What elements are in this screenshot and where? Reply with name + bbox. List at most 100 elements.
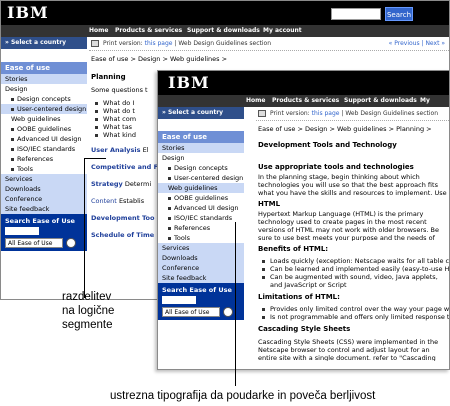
bullet-icon [168, 176, 171, 180]
topic-link[interactable]: User Analysis [91, 146, 141, 154]
breadcrumb: Ease of use > Design > Web guidelines > [91, 55, 228, 63]
scope-select[interactable]: All Ease of Use [162, 307, 220, 317]
nav-products[interactable]: Products & services [272, 95, 339, 107]
bullet-icon [11, 147, 14, 151]
sidebar-item-references[interactable]: References [158, 223, 244, 233]
typography-annotation-line [235, 222, 236, 386]
search-area-label: Search Ease of Use [162, 286, 232, 294]
sidebar-item-site-feedback[interactable]: Site feedback [158, 273, 244, 283]
sidebar: » Select a country Ease of use Stories D… [1, 37, 87, 299]
sidebar-item-stories[interactable]: Stories [158, 143, 244, 153]
sidebar-item-tools[interactable]: Tools [1, 164, 87, 174]
section-heading: Benefits of HTML: [258, 245, 329, 253]
sidebar-header[interactable]: Ease of use [1, 62, 87, 74]
sidebar-item-web-guidelines[interactable]: Web guidelines [158, 183, 244, 193]
list-item: Can be augmented with sound, video, Java… [256, 273, 449, 289]
nav-support[interactable]: Support & downloads [344, 95, 417, 107]
sidebar-item-advanced-ui[interactable]: Advanced UI design [1, 134, 87, 144]
sidebar-item-iso[interactable]: ISO/IEC standards [158, 213, 244, 223]
sidebar-item-iso[interactable]: ISO/IEC standards [1, 144, 87, 154]
sidebar-item-oobe[interactable]: OOBE guidelines [1, 124, 87, 134]
list-item: Is not programmable and offers only limi… [256, 313, 449, 321]
paragraph: Cascading Style Sheets (CSS) were implem… [258, 338, 439, 361]
bullet-icon [168, 206, 171, 210]
topic-link[interactable]: Strategy [91, 180, 123, 188]
search-input[interactable] [331, 8, 381, 20]
annotation-segments: razdelitev na logične segmente [62, 291, 115, 331]
select-country-link[interactable]: » Select a country [1, 37, 87, 49]
go-icon[interactable] [223, 307, 233, 317]
print-this-page-link[interactable]: this page [312, 110, 340, 117]
bullet-icon [168, 226, 171, 230]
sidebar-item-advanced-ui[interactable]: Advanced UI design [158, 203, 244, 213]
sidebar-item-ucd[interactable]: User-centered design [1, 104, 87, 114]
bullet-icon [11, 137, 14, 141]
nav-support[interactable]: Support & downloads [187, 25, 260, 37]
sidebar: » Select a country Ease of use Stories D… [158, 107, 244, 369]
sidebar-item-design[interactable]: Design [1, 84, 87, 94]
sidebar-item-references[interactable]: References [1, 154, 87, 164]
sidebar-item-conference[interactable]: Conference [158, 263, 244, 273]
search-area-input[interactable] [5, 227, 39, 235]
sidebar-item-downloads[interactable]: Downloads [1, 184, 87, 194]
search-button[interactable]: Search [385, 7, 413, 21]
page-title: Development Tools and Technology [258, 141, 397, 149]
topic-link[interactable]: Content [91, 197, 117, 205]
bullet-icon [168, 236, 171, 240]
top-bar: IBM Search [1, 1, 449, 25]
print-this-page-link[interactable]: this page [145, 40, 173, 47]
sidebar-item-downloads[interactable]: Downloads [158, 253, 244, 263]
main-content: Print version: this page | Web Design Gu… [256, 107, 449, 369]
sidebar-item-design[interactable]: Design [158, 153, 244, 163]
sidebar-item-stories[interactable]: Stories [1, 74, 87, 84]
ibm-logo[interactable]: IBM [168, 74, 210, 92]
topic-link[interactable]: Schedule of Time [91, 231, 154, 239]
list-item: Provides only limited control over the w… [256, 305, 449, 313]
search-area-label: Search Ease of Use [5, 217, 75, 225]
nav-bar: Home Products & services Support & downl… [158, 95, 449, 116]
nav-account[interactable]: My account [263, 25, 302, 37]
nav-home[interactable]: Home [89, 25, 108, 37]
bullet-icon [168, 166, 171, 170]
sidebar-item-ucd[interactable]: User-centered design [158, 173, 244, 183]
topic-link[interactable]: Competitive and F [91, 163, 158, 171]
sidebar-item-conference[interactable]: Conference [1, 194, 87, 204]
topic-link[interactable]: Development Too [91, 214, 154, 222]
paragraph: Hypertext Markup Language (HTML) is the … [258, 210, 439, 241]
front-screenshot: IBM Home Products & services Support & d… [157, 70, 450, 370]
nav-bar: Home Products & services Support & downl… [1, 25, 449, 37]
section-heading: Use appropriate tools and technologies [258, 163, 414, 171]
bullet-icon [11, 97, 14, 101]
printer-icon[interactable] [258, 110, 266, 117]
sidebar-item-services[interactable]: Services [1, 174, 87, 184]
sidebar-header[interactable]: Ease of use [158, 131, 244, 143]
paragraph: In the planning stage, begin thinking ab… [258, 173, 447, 196]
nav-home[interactable]: Home [246, 95, 265, 107]
sidebar-item-oobe[interactable]: OOBE guidelines [158, 193, 244, 203]
section-heading: HTML [258, 200, 281, 208]
list-item: Loads quickly (exception: Netscape waits… [256, 257, 449, 265]
top-bar: IBM [158, 71, 449, 95]
list-item: Can be learned and implemented easily (e… [256, 265, 449, 273]
sidebar-item-site-feedback[interactable]: Site feedback [1, 204, 87, 214]
ibm-logo[interactable]: IBM [7, 4, 49, 22]
go-icon[interactable] [66, 238, 76, 248]
search-area-input[interactable] [162, 296, 196, 304]
bullet-icon [11, 157, 14, 161]
bullet-icon [168, 216, 171, 220]
printer-icon[interactable] [91, 40, 99, 47]
nav-products[interactable]: Products & services [115, 25, 182, 37]
scope-select[interactable]: All Ease of Use [5, 238, 63, 248]
section-heading: Cascading Style Sheets [258, 325, 351, 333]
sidebar-item-web-guidelines[interactable]: Web guidelines [1, 114, 87, 124]
sidebar-item-services[interactable]: Services [158, 243, 244, 253]
segment-annotation-line [84, 158, 85, 298]
select-country-link[interactable]: » Select a country [158, 107, 244, 119]
sidebar-item-tools[interactable]: Tools [158, 233, 244, 243]
prev-next-links[interactable]: « Previous | Next » [389, 37, 445, 51]
illustration: IBM Search Home Products & services Supp… [0, 0, 450, 406]
search-ease-of-use: Search Ease of Use All Ease of Use [1, 214, 87, 251]
sidebar-item-design-concepts[interactable]: Design concepts [1, 94, 87, 104]
search-ease-of-use: Search Ease of Use All Ease of Use [158, 283, 244, 320]
sidebar-item-design-concepts[interactable]: Design concepts [158, 163, 244, 173]
